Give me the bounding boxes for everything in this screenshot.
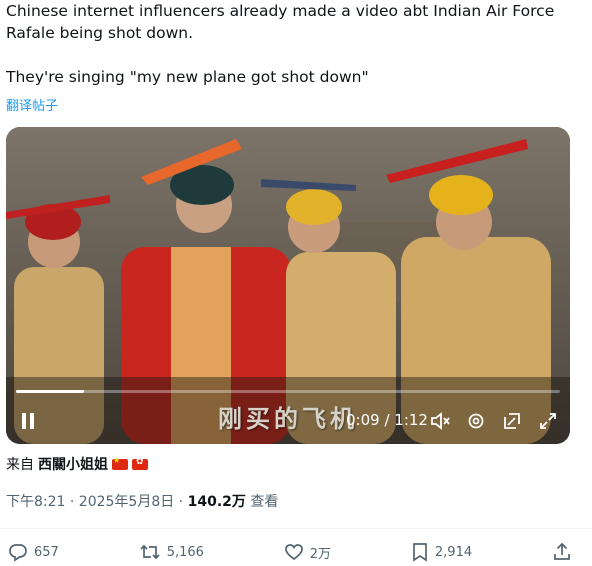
settings-button[interactable] [467, 412, 485, 430]
divider [0, 528, 592, 529]
bookmark-count: 2,914 [434, 544, 473, 560]
pause-icon [22, 413, 34, 429]
tweet-timestamp[interactable]: 下午8:21 · 2025年5月8日 · [6, 494, 188, 510]
translate-post-link[interactable]: 翻译帖子 [6, 95, 58, 114]
fullscreen-icon [540, 413, 556, 429]
tweet-text: Chinese internet influencers already mad… [6, 0, 586, 88]
like-button[interactable]: 2万 [284, 542, 331, 562]
settings-icon [468, 413, 484, 429]
reply-button[interactable]: 657 [8, 542, 59, 562]
mute-icon [431, 412, 450, 430]
tweet-line-3: They're singing "my new plane got shot d… [6, 68, 369, 86]
fullscreen-button[interactable] [539, 412, 557, 430]
china-flag-icon [112, 456, 128, 470]
pause-button[interactable] [20, 412, 36, 430]
source-prefix: 来自 [6, 457, 34, 473]
tweet-line-2: Rafale being shot down. [6, 24, 194, 42]
heart-icon [284, 544, 303, 561]
hong-kong-flag-icon [132, 457, 148, 470]
views-label: 查看 [245, 494, 279, 510]
mute-button[interactable] [430, 412, 450, 430]
view-count: 140.2万 [187, 494, 246, 510]
video-progress-fill [16, 390, 84, 393]
reply-count: 657 [34, 544, 59, 560]
video-time: 0:09 / 1:12 [346, 411, 428, 429]
bookmark-button[interactable]: 2,914 [411, 542, 472, 562]
action-bar: 657 5,166 2万 2,914 [8, 540, 572, 564]
pip-button[interactable] [503, 412, 521, 430]
share-icon [554, 542, 570, 560]
video-source: 来自 西關小姐姐 [6, 454, 148, 474]
tweet-line-1: Chinese internet influencers already mad… [6, 2, 555, 20]
source-handle-link[interactable]: 西關小姐姐 [38, 454, 108, 474]
repost-icon [140, 544, 160, 560]
repost-button[interactable]: 5,166 [139, 542, 204, 562]
share-button[interactable] [552, 542, 572, 562]
tweet-meta: 下午8:21 · 2025年5月8日 · 140.2万 查看 [6, 491, 278, 511]
video-frame [6, 127, 570, 444]
like-count: 2万 [309, 546, 332, 562]
bookmark-icon [413, 543, 427, 562]
video-player[interactable]: 刚买的飞机 0:09 / 1:12 [6, 127, 570, 444]
reply-icon [9, 544, 27, 562]
repost-count: 5,166 [166, 544, 204, 560]
pip-icon [504, 413, 520, 429]
video-progress-bar[interactable] [16, 390, 560, 393]
video-subtitle: 刚买的飞机 [218, 405, 358, 433]
